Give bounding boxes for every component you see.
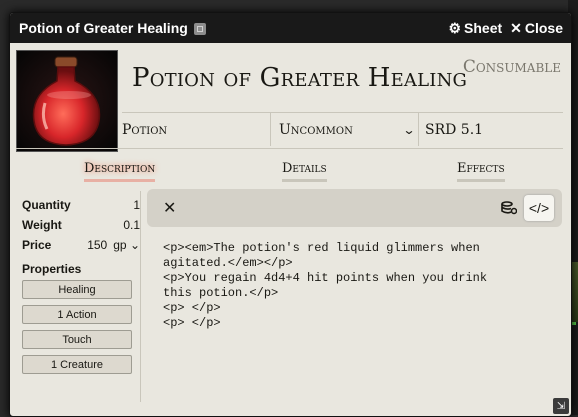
currency-select[interactable]: gp ⌄ <box>113 238 140 252</box>
chevron-down-icon: ⌄ <box>402 122 416 137</box>
close-window-button[interactable]: ✕ Close <box>510 20 563 37</box>
close-icon[interactable]: ✕ <box>163 198 176 218</box>
code-line: agitated.</em></p> <box>163 256 293 270</box>
item-header: Potion of Greater Healing Consumable Pot… <box>10 43 571 158</box>
currency-value: gp <box>113 238 127 252</box>
quantity-input[interactable]: 1 <box>133 198 140 212</box>
potion-image <box>17 51 117 151</box>
sidebar-divider <box>140 191 141 402</box>
item-type-label: Consumable <box>462 57 561 77</box>
item-sheet-window: Potion of Greater Healing ⚙ Sheet ✕ Clos… <box>9 12 572 417</box>
close-icon: ✕ <box>510 19 522 36</box>
property-tag: Healing <box>22 280 132 299</box>
quantity-row: Quantity 1 <box>22 195 140 215</box>
editor-toolbar: ✕ </> <box>147 189 562 227</box>
close-label: Close <box>524 20 563 36</box>
quantity-label: Quantity <box>22 198 71 212</box>
header-bottom-divider <box>16 148 563 149</box>
document-id-icon[interactable] <box>193 23 206 35</box>
item-subtype: Potion <box>122 121 168 138</box>
weight-input[interactable]: 0.1 <box>123 218 140 232</box>
item-properties-sidebar: Quantity 1 Weight 0.1 Price 150 gp ⌄ Pro… <box>22 195 140 405</box>
window-resize-handle[interactable]: ⇲ <box>553 398 569 414</box>
gear-icon: ⚙ <box>448 19 462 36</box>
tab-effects[interactable]: Effects <box>457 161 505 182</box>
html-source-text[interactable]: <p><em>The potion's red liquid glimmers … <box>163 241 562 331</box>
property-tag: 1 Creature <box>22 355 132 374</box>
property-tag: Touch <box>22 330 132 349</box>
properties-title: Properties <box>22 262 82 276</box>
rarity-value: Uncommon <box>279 121 353 138</box>
window-titlebar[interactable]: Potion of Greater Healing ⚙ Sheet ✕ Clos… <box>10 13 571 43</box>
code-line: <p> </p> <box>163 316 221 330</box>
item-name[interactable]: Potion of Greater Healing <box>132 63 467 93</box>
property-tag: 1 Action <box>22 305 132 324</box>
weight-row: Weight 0.1 <box>22 215 140 235</box>
window-title: Potion of Greater Healing <box>19 20 188 36</box>
chevron-down-icon: ⌄ <box>129 238 140 252</box>
code-line: <p> </p> <box>163 301 221 315</box>
code-icon: </> <box>528 200 550 216</box>
sheet-label: Sheet <box>464 20 503 36</box>
code-line: <p>You regain 4d4+4 hit points when you … <box>163 271 488 285</box>
tab-details[interactable]: Details <box>282 161 327 182</box>
database-lock-icon <box>501 201 517 215</box>
weight-label: Weight <box>22 218 62 232</box>
tab-description[interactable]: Description <box>84 161 156 182</box>
rarity-select[interactable]: Uncommon ⌄ <box>270 113 418 146</box>
item-portrait[interactable] <box>16 50 118 152</box>
description-editor: ✕ </> <p><em>The potion's red liquid gli… <box>147 189 562 403</box>
view-source-button[interactable]: </> <box>524 195 554 221</box>
source-field[interactable]: SRD 5.1 <box>418 113 563 146</box>
code-line: this potion.</p> <box>163 286 279 300</box>
price-row: Price 150 gp ⌄ <box>22 235 140 255</box>
sheet-tabs: Description Details Effects <box>10 159 571 189</box>
item-summary: Potion Uncommon ⌄ SRD 5.1 <box>122 113 563 146</box>
code-line: <p><em>The potion's red liquid glimmers … <box>163 241 480 255</box>
price-input[interactable]: 150 <box>87 238 107 252</box>
price-label: Price <box>22 238 52 252</box>
sheet-config-button[interactable]: ⚙ Sheet <box>448 20 502 37</box>
toggle-secrets-button[interactable] <box>494 195 524 221</box>
